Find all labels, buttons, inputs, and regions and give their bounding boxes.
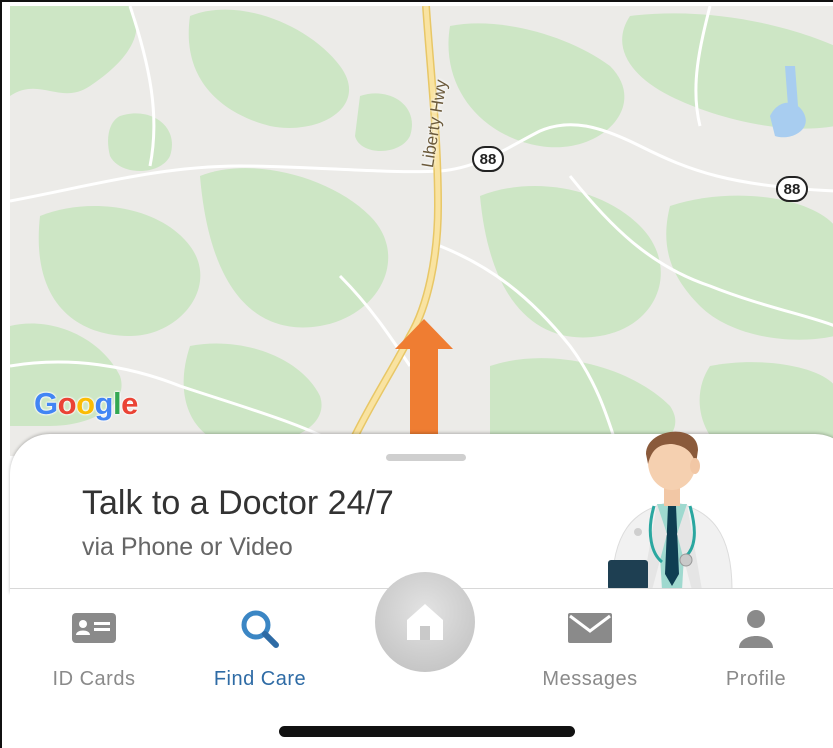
arrow-up-icon (395, 319, 453, 437)
home-button[interactable] (375, 572, 475, 672)
doctor-illustration (608, 431, 733, 590)
tab-messages[interactable]: Messages (534, 608, 646, 691)
tab-profile[interactable]: Profile (716, 608, 796, 691)
route-shield: 88 (776, 176, 808, 202)
app-frame: Liberty Hwy 88 88 Google Talk to a Docto… (0, 0, 833, 748)
tab-id-cards[interactable]: ID Cards (42, 608, 146, 691)
search-icon (206, 608, 314, 648)
envelope-icon (534, 608, 646, 648)
tab-label: Messages (542, 668, 638, 690)
tab-label: ID Cards (52, 668, 136, 690)
sheet-title: Talk to a Doctor 24/7 (82, 484, 394, 522)
home-indicator[interactable] (279, 726, 575, 737)
tab-label: Profile (725, 668, 787, 690)
tab-label: Find Care (213, 668, 307, 690)
sheet-drag-handle[interactable] (386, 454, 466, 461)
id-card-icon (42, 608, 146, 648)
person-icon (716, 608, 796, 648)
route-shield: 88 (472, 146, 504, 172)
sheet-subtitle: via Phone or Video (82, 533, 293, 561)
home-icon (407, 604, 443, 640)
google-logo: Google (34, 386, 138, 421)
tab-find-care[interactable]: Find Care (206, 608, 314, 691)
